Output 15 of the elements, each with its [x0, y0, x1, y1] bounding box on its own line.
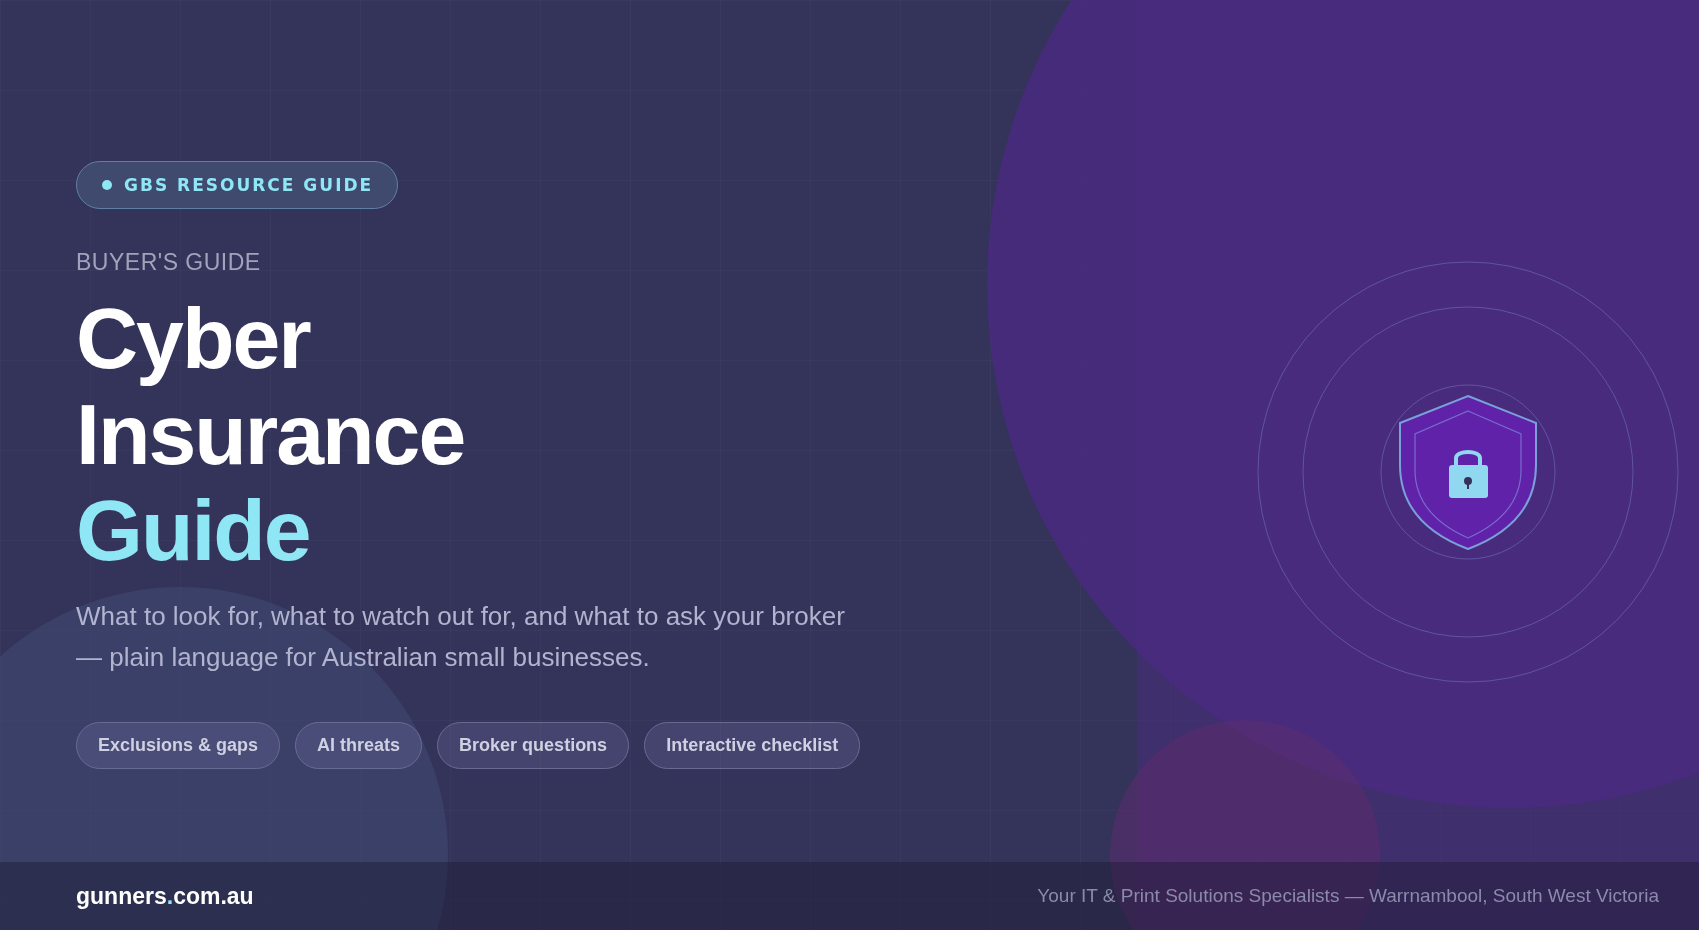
topic-link[interactable]: AI threats [295, 722, 423, 769]
title-line: Insurance [76, 386, 465, 482]
site-logo[interactable]: gunners.com.au [76, 882, 254, 910]
shield-icon [1399, 395, 1537, 550]
lock-icon [1449, 450, 1488, 498]
dot-icon [102, 180, 112, 190]
topic-link[interactable]: Broker questions [437, 722, 630, 769]
topic-link[interactable]: Exclusions & gaps [76, 722, 281, 769]
eyebrow-label: BUYER'S GUIDE [76, 249, 261, 276]
badge-label: GBS RESOURCE GUIDE [124, 175, 374, 195]
title-line: Cyber [76, 290, 310, 386]
topic-link[interactable]: Interactive checklist [644, 722, 861, 769]
footer-tagline: Your IT & Print Solutions Specialists — Warrnambool, South West Victoria [1037, 885, 1659, 907]
title-line: Guide [76, 482, 310, 578]
subtitle: What to look for, what to watch out for, and what to ask your broker — plain language for Australian small businesses. [76, 600, 846, 674]
